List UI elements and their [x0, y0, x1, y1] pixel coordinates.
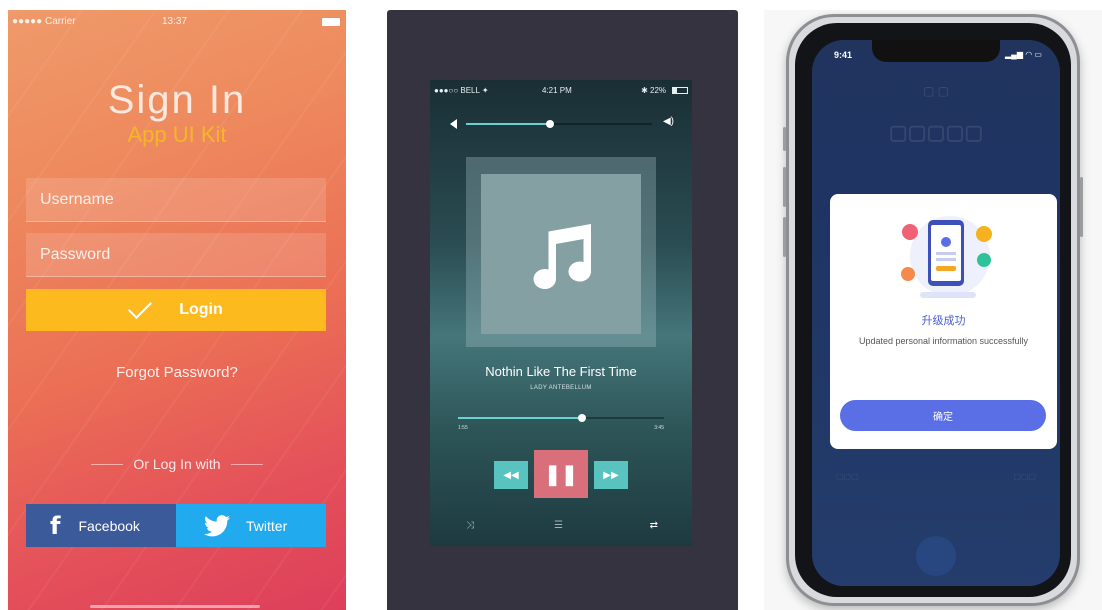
carrier-label: ●●●●● Carrier — [12, 16, 76, 27]
player-footer: ⤨ ☰ ⇄ — [460, 520, 660, 532]
facebook-label: Facebook — [78, 517, 140, 534]
repeat-icon[interactable]: ⇄ — [650, 520, 658, 531]
forward-button[interactable]: ▶▶ — [594, 461, 628, 489]
phone-bezel: ▢ ▢ ▢▢▢▢▢ ▢▢▢ ▢▢▢ 9:41 ▂▄▆ ◠ ▭ 升级成功 Upda… — [795, 23, 1071, 597]
page-subtitle: App UI Kit — [127, 122, 227, 147]
home-indicator — [90, 605, 260, 608]
battery-icon — [322, 18, 340, 26]
volume-up-button — [783, 167, 786, 207]
check-icon — [128, 294, 153, 320]
status-bar: ●●●○○ BELL ✦ 4:21 PM ✱ 22% — [434, 86, 688, 98]
artist-name: LADY ANTEBELLUM — [530, 385, 592, 391]
menu-icon[interactable]: ☰ — [554, 520, 563, 531]
phone-screen: ▢ ▢ ▢▢▢▢▢ ▢▢▢ ▢▢▢ 9:41 ▂▄▆ ◠ ▭ 升级成功 Upda… — [812, 40, 1060, 586]
facebook-icon: f — [50, 511, 61, 540]
progress-slider[interactable] — [458, 413, 664, 423]
dialog-title: 升级成功 — [921, 315, 966, 327]
username-input[interactable]: Username — [26, 178, 326, 222]
status-time: 13:37 — [162, 16, 188, 27]
dialog-message: Updated personal information successfull… — [858, 336, 1029, 346]
phone-notch — [872, 40, 1000, 62]
password-input[interactable]: Password — [26, 233, 326, 277]
confirm-button[interactable]: 确定 — [840, 400, 1046, 431]
battery-percent: ✱ 22% — [641, 86, 666, 95]
gallery: ●●●●● Carrier 13:37 Sign In App UI Kit U… — [0, 0, 1102, 610]
status-time: 9:41 — [834, 50, 853, 60]
twitter-label: Twitter — [246, 517, 288, 534]
phone-success-illustration — [901, 216, 992, 298]
forward-icon: ▶▶ — [603, 469, 619, 481]
twitter-icon — [204, 514, 230, 536]
social-buttons: f Facebook Twitter — [26, 504, 326, 547]
signal-wifi-battery-icon: ▂▄▆ ◠ ▭ — [1005, 50, 1042, 59]
mute-switch — [783, 127, 786, 151]
login-label: Login — [179, 301, 223, 318]
divider-line — [91, 463, 124, 465]
page-title: Sign In — [107, 78, 247, 122]
social-divider: Or Log In with — [8, 456, 346, 472]
forgot-password-link[interactable]: Forgot Password? — [8, 364, 346, 381]
music-note-icon — [533, 224, 592, 290]
rewind-button[interactable]: ◀◀ — [494, 461, 528, 489]
pause-button[interactable]: ❚❚ — [534, 450, 588, 498]
status-bar: ●●●●● Carrier 13:37 — [12, 16, 340, 30]
volume-down-button — [783, 217, 786, 257]
progress-knob[interactable] — [577, 414, 586, 422]
volume-low-icon — [450, 119, 457, 129]
volume-high-icon: ◀) — [662, 116, 674, 127]
battery-icon — [672, 87, 688, 94]
power-button — [1080, 177, 1083, 237]
pause-icon: ❚❚ — [544, 463, 578, 486]
login-button[interactable]: Login — [26, 289, 326, 331]
signin-screen: ●●●●● Carrier 13:37 Sign In App UI Kit U… — [8, 10, 346, 610]
or-login-with-label: Or Log In with — [133, 456, 221, 472]
phone-frame: ▢ ▢ ▢▢▢▢▢ ▢▢▢ ▢▢▢ 9:41 ▂▄▆ ◠ ▭ 升级成功 Upda… — [783, 14, 1083, 606]
divider-line — [230, 463, 263, 465]
total-time: 3:45 — [654, 425, 664, 431]
album-art — [481, 174, 641, 334]
rewind-icon: ◀◀ — [503, 469, 519, 481]
status-time: 4:21 PM — [542, 86, 572, 95]
facebook-login-button[interactable]: f Facebook — [26, 504, 176, 547]
twitter-login-button[interactable]: Twitter — [176, 504, 326, 547]
success-dialog: 升级成功 Updated personal information succes… — [830, 194, 1057, 449]
progress-fill — [458, 417, 582, 419]
song-title: Nothin Like The First Time — [485, 364, 637, 379]
carrier-label: ●●●○○ BELL ✦ — [434, 86, 489, 95]
elapsed-time: 1:55 — [458, 425, 468, 431]
volume-fill — [466, 123, 550, 125]
volume-slider[interactable]: ◀) — [450, 116, 674, 130]
shuffle-icon[interactable]: ⤨ — [466, 520, 474, 531]
volume-knob[interactable] — [545, 120, 554, 128]
music-player-screen: ●●●○○ BELL ✦ 4:21 PM ✱ 22% ◀) Nothin Lik… — [430, 80, 692, 546]
